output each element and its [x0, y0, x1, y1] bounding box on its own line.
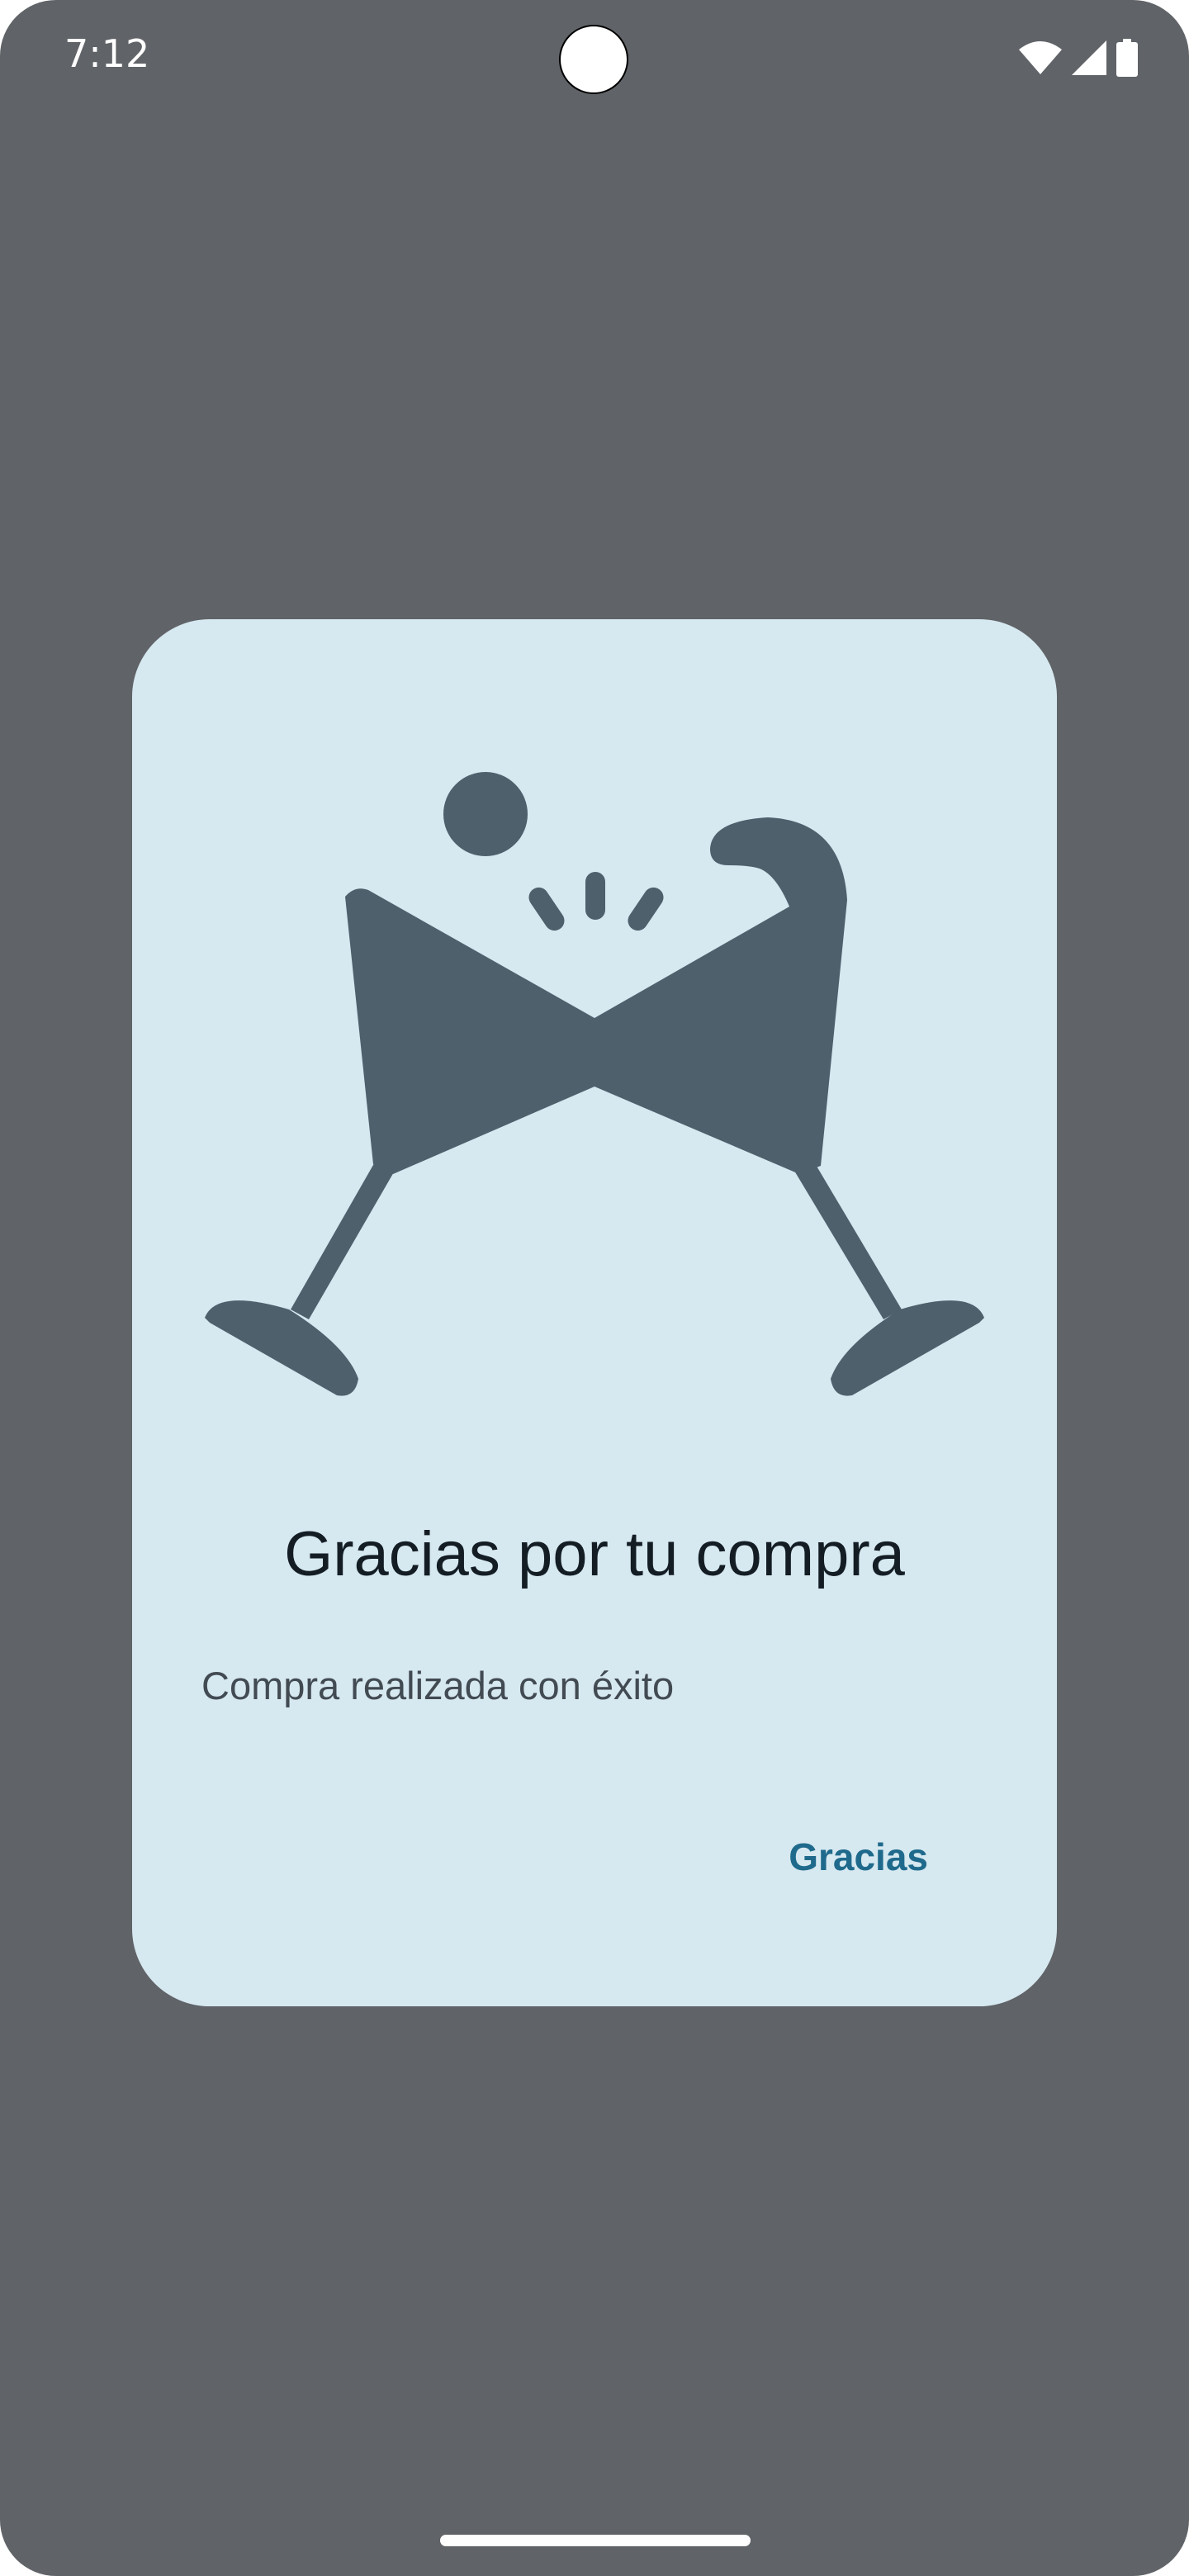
- battery-icon: [1116, 39, 1138, 77]
- celebration-cocktail-glasses-icon: [205, 772, 984, 1396]
- dialog-message: Compra realizada con éxito: [201, 1664, 675, 1707]
- gesture-navigation-handle[interactable]: [440, 2535, 751, 2546]
- wifi-icon: [1019, 41, 1062, 74]
- status-time: 7:12: [64, 31, 150, 76]
- status-icons: [1019, 38, 1138, 78]
- dialog-title: Gracias por tu compra: [284, 1519, 905, 1589]
- purchase-success-dialog: Gracias por tu compra Compra realizada c…: [132, 619, 1057, 2006]
- status-bar: 7:12: [0, 0, 1189, 124]
- phone-screen: 7:12 Gracias por tu compra Compra realiz…: [0, 0, 1189, 2576]
- thanks-button[interactable]: Gracias: [769, 1825, 948, 1889]
- camera-cutout: [559, 25, 628, 94]
- cell-signal-icon: [1072, 40, 1106, 75]
